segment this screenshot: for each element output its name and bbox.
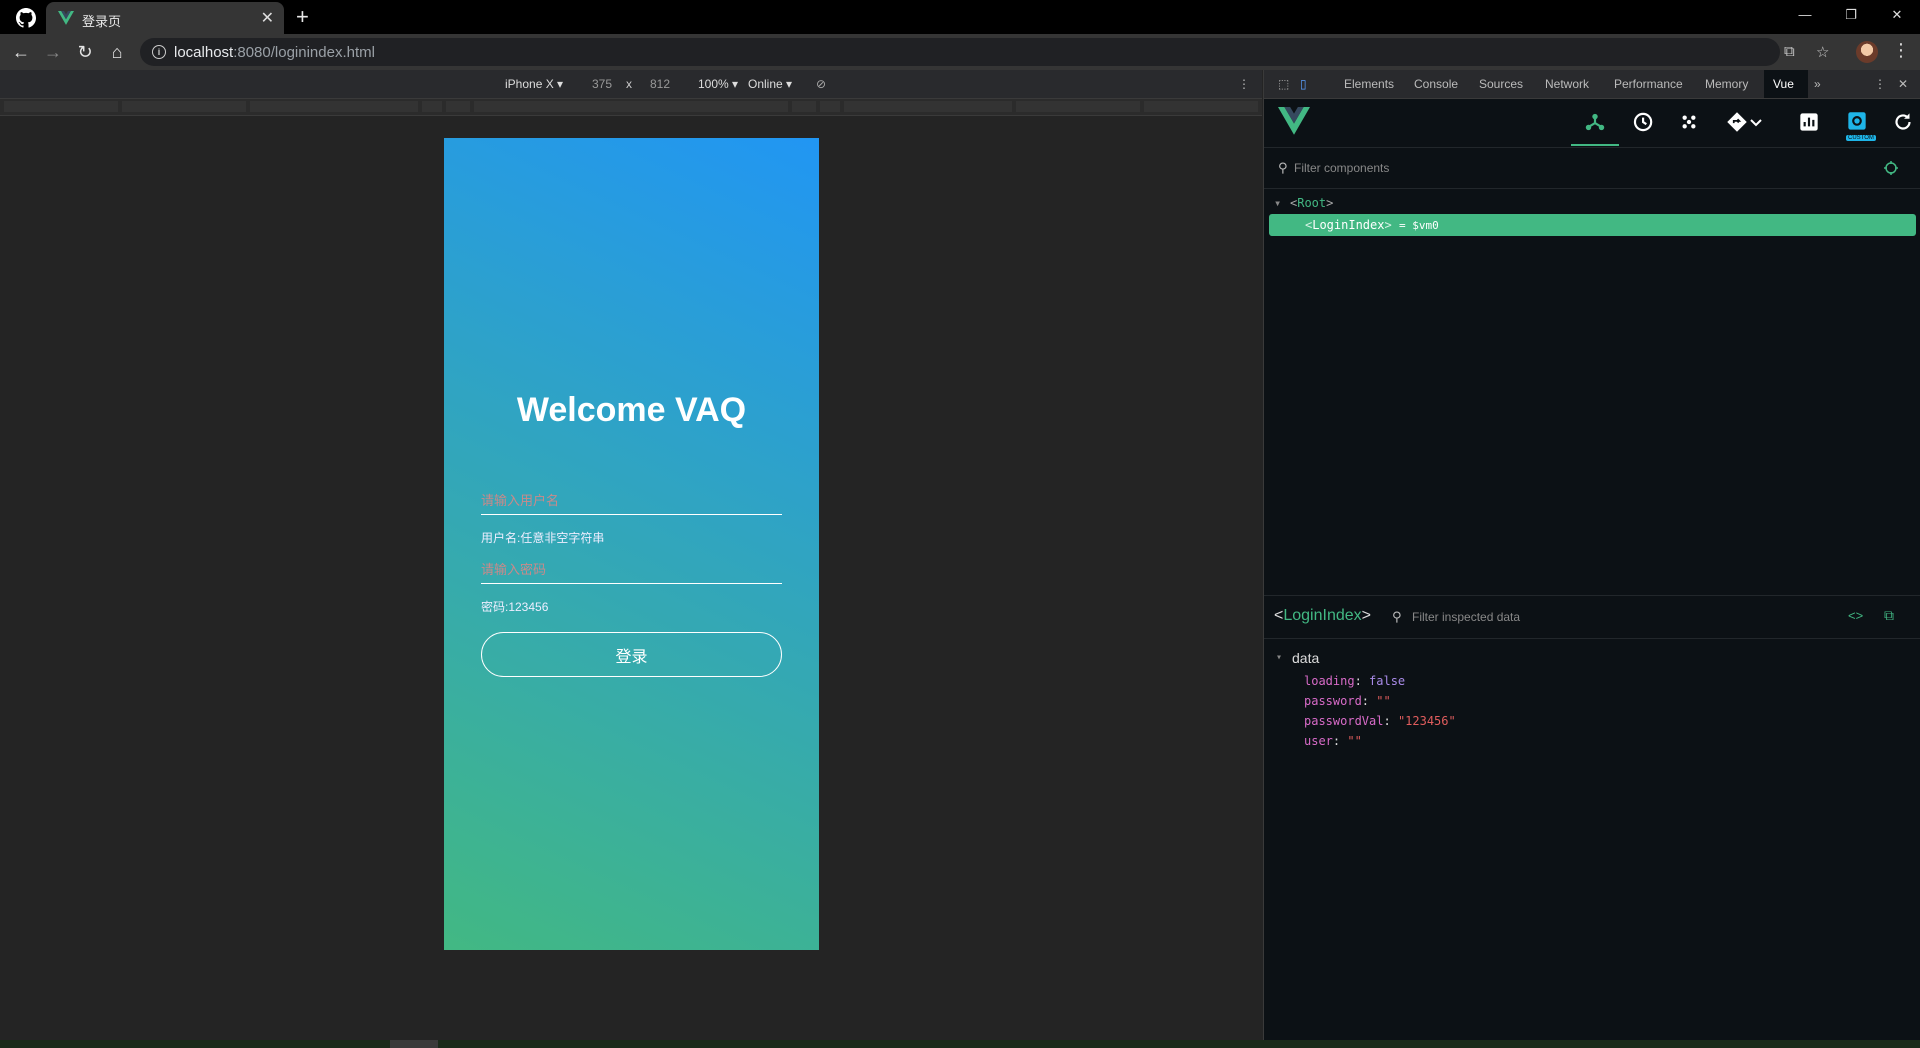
filter-inspected-input[interactable]: Filter inspected data [1412,610,1520,624]
devtools-tabbar: ⬚ ▯ Elements Console Sources Network Per… [1264,70,1920,99]
profile-avatar[interactable] [1856,41,1878,63]
prop-password[interactable]: password: "" [1304,694,1391,708]
custom-badge: CUSTOM [1846,135,1876,141]
timeline-icon[interactable] [1629,109,1655,135]
tab-title: 登录页 [82,14,122,29]
code-icon[interactable]: <> [1848,608,1863,623]
site-info-icon[interactable]: i [152,45,166,59]
password-input[interactable] [481,555,782,584]
vue-devtools-toolbar: CUSTOM [1264,99,1920,148]
components-icon[interactable] [1582,109,1608,135]
router-icon[interactable] [1724,109,1750,135]
more-tabs-icon[interactable]: » [1814,77,1821,91]
tab-sources[interactable]: Sources [1479,77,1523,91]
tab-vue[interactable]: Vue [1773,77,1794,91]
filter-components-input[interactable]: Filter components [1294,161,1389,175]
tab-network[interactable]: Network [1545,77,1589,91]
zoom-select[interactable]: 100% ▾ [698,77,738,91]
tab-strip: 登录页 ✕ + — ❐ ✕ [0,0,1920,34]
tab-console[interactable]: Console [1414,77,1458,91]
device-toolbar: iPhone X ▾ 375 x 812 100% ▾ Online ▾ ⊘ ⋮ [0,70,1262,99]
component-filter[interactable]: ⚲ Filter components [1264,148,1920,189]
restore-button[interactable]: ❐ [1828,0,1874,30]
open-external-icon[interactable]: ⧉ [1884,607,1894,624]
devtools-panel: ⬚ ▯ Elements Console Sources Network Per… [1263,70,1920,1040]
chevron-down-icon[interactable] [1748,109,1764,135]
vm-ref: = $vm0 [1398,219,1439,232]
device-select[interactable]: iPhone X ▾ [505,77,563,91]
new-tab-button[interactable]: + [296,4,309,30]
translate-icon[interactable]: ⧉ [1784,43,1795,60]
devtools-menu-icon[interactable]: ⋮ [1874,77,1886,91]
dimension-separator: x [626,77,632,91]
login-button[interactable]: 登录 [481,632,782,677]
password-hint: 密码:123456 [481,600,549,614]
expand-arrow-icon[interactable]: ▾ [1274,192,1281,214]
tab-performance[interactable]: Performance [1614,77,1683,91]
github-icon[interactable] [16,8,36,28]
tree-row-loginindex[interactable]: <LoginIndex> = $vm0 [1269,214,1916,236]
vue-logo-icon [1278,107,1310,135]
viewport-height[interactable]: 812 [650,77,670,91]
tab-close-icon[interactable]: ✕ [261,8,274,28]
browser-tab[interactable]: 登录页 ✕ [46,2,284,34]
inspector-header: <LoginIndex> ⚲ Filter inspected data <> … [1264,595,1920,639]
username-input[interactable] [481,486,782,515]
browser-menu-icon[interactable]: ⋮ [1892,40,1910,60]
expand-arrow-icon[interactable]: ▾ [1276,652,1282,663]
select-component-icon[interactable] [1884,161,1898,175]
device-toggle-icon[interactable]: ▯ [1300,77,1307,91]
rotate-icon[interactable]: ⊘ [816,77,826,91]
minimize-button[interactable]: — [1782,0,1828,30]
tree-row-root[interactable]: ▾ <Root> [1264,192,1911,214]
search-icon: ⚲ [1392,609,1402,624]
network-select[interactable]: Online ▾ [748,77,792,91]
active-tool-indicator [1571,144,1619,146]
tab-elements[interactable]: Elements [1344,77,1394,91]
inspect-element-icon[interactable]: ⬚ [1278,77,1289,91]
inspected-component-title: <LoginIndex> [1274,607,1371,624]
viewport-width[interactable]: 375 [592,77,612,91]
devtools-close-icon[interactable]: ✕ [1898,77,1908,91]
url-text: localhost:8080/loginindex.html [174,44,375,61]
browser-toolbar: ← → ↻ ⌂ i localhost:8080/loginindex.html… [0,34,1920,70]
address-bar[interactable]: i localhost:8080/loginindex.html ⧉ ☆ [140,38,1829,66]
loginindex-tag: LoginIndex [1312,218,1385,232]
bookmark-star-icon[interactable]: ☆ [1816,43,1829,61]
vuex-icon[interactable] [1676,109,1702,135]
reload-icon[interactable]: ↻ [74,42,96,64]
forward-icon[interactable]: → [42,42,64,64]
media-query-bar[interactable] [0,99,1262,116]
settings-custom-icon[interactable] [1844,109,1870,135]
data-section-label[interactable]: data [1292,650,1319,666]
tab-memory[interactable]: Memory [1705,77,1748,91]
prop-loading[interactable]: loading: false [1304,674,1405,688]
home-icon[interactable]: ⌂ [106,42,128,64]
search-icon: ⚲ [1278,160,1288,175]
username-hint: 用户名:任意非空字符串 [481,531,605,545]
device-menu-icon[interactable]: ⋮ [1238,77,1250,91]
back-icon[interactable]: ← [10,42,32,64]
performance-chart-icon[interactable] [1796,109,1822,135]
close-window-button[interactable]: ✕ [1874,0,1920,30]
prop-passwordval[interactable]: passwordVal: "123456" [1304,714,1456,728]
refresh-icon[interactable] [1890,109,1916,135]
taskbar-strip [0,1040,1920,1048]
mobile-viewport: Welcome VAQ 用户名:任意非空字符串 密码:123456 登录 [444,138,819,950]
root-tag: Root [1297,196,1327,210]
vue-favicon-icon [58,11,74,25]
page-title: Welcome VAQ [516,391,747,429]
prop-user[interactable]: user: "" [1304,734,1362,748]
